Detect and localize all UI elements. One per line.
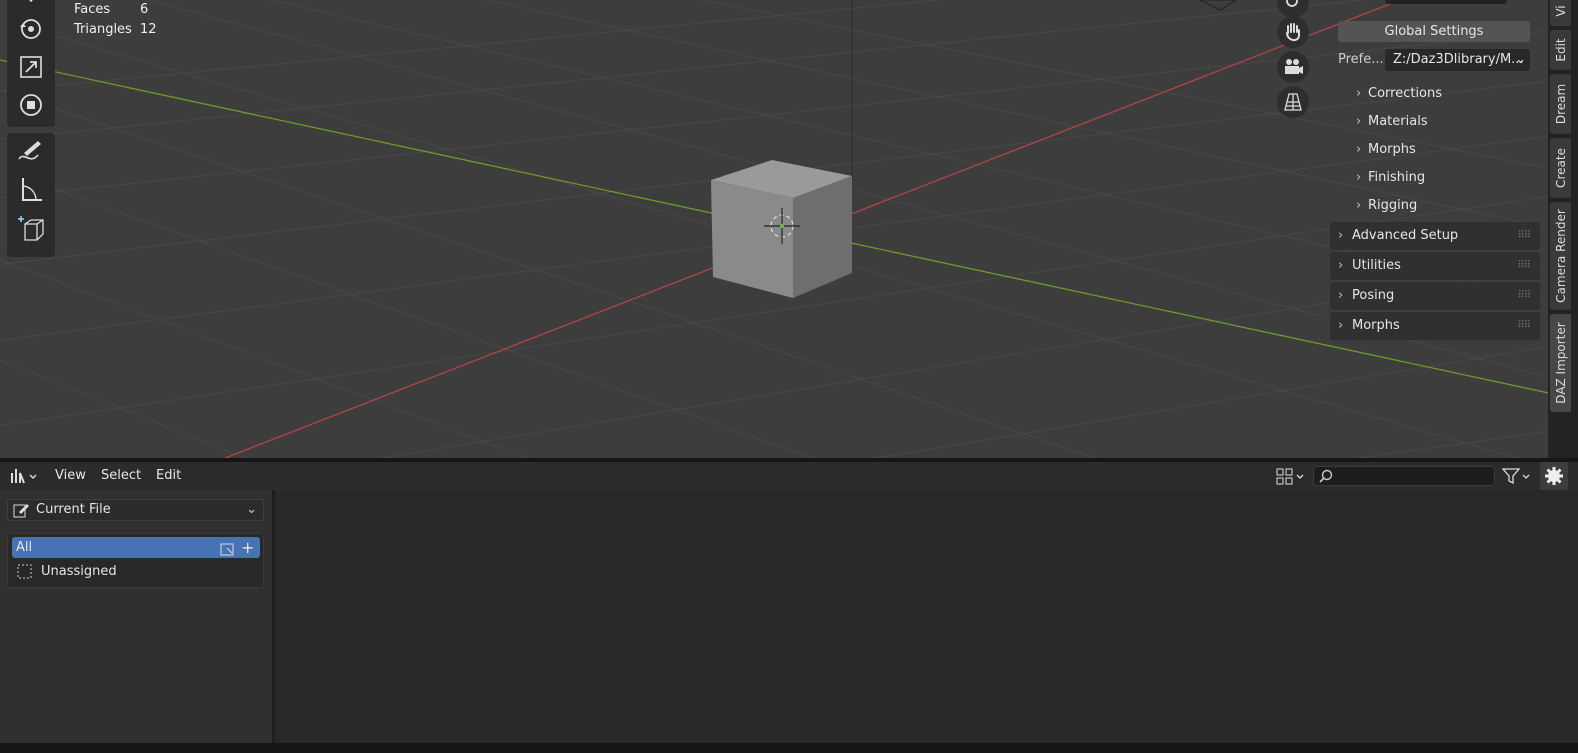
daz-importer-sidebar: Global Settings Prefe... Z:/Daz3Dlibrary… bbox=[1330, 0, 1548, 340]
tab-create[interactable]: Create bbox=[1550, 138, 1571, 198]
scale-icon[interactable] bbox=[7, 48, 55, 86]
viewport-grid bbox=[0, 0, 1558, 458]
stat-label: Triangles bbox=[74, 22, 132, 37]
preferences-path-value: Z:/Daz3Dlibrary/M... bbox=[1393, 52, 1524, 67]
tab-label: DAZ Importer bbox=[1553, 322, 1568, 404]
display-mode-icon[interactable] bbox=[1276, 467, 1306, 489]
panel-advanced-setup[interactable]: › Advanced Setup ⠿⠿ bbox=[1330, 222, 1540, 250]
catalog-label: All bbox=[16, 540, 33, 555]
drag-handle-icon[interactable]: ⠿⠿ bbox=[1517, 252, 1531, 280]
subpanel-materials[interactable]: › Materials bbox=[1356, 112, 1428, 132]
sidebar-top-field[interactable] bbox=[1385, 0, 1507, 4]
status-bar bbox=[0, 743, 1578, 753]
rotate-icon[interactable] bbox=[7, 10, 55, 48]
tab-label: Create bbox=[1553, 148, 1568, 188]
scene-statistics: Faces 6 Triangles 12 bbox=[74, 0, 157, 40]
sidebar-tabs: Vi Edit Dream Create Camera Render DAZ I… bbox=[1548, 0, 1578, 458]
catalog-label: Unassigned bbox=[41, 564, 117, 579]
add-icon[interactable]: + bbox=[241, 537, 254, 558]
menu-select[interactable]: Select bbox=[101, 462, 141, 490]
chevron-right-icon: › bbox=[1338, 288, 1344, 303]
subpanel-rigging[interactable]: › Rigging bbox=[1356, 196, 1417, 216]
edit-file-icon bbox=[13, 504, 29, 518]
move-icon[interactable] bbox=[7, 0, 55, 10]
filter-icon[interactable] bbox=[1501, 467, 1532, 489]
menu-view[interactable]: View bbox=[55, 462, 86, 490]
chevron-down-icon: ⌄ bbox=[246, 502, 257, 517]
camera-icon[interactable] bbox=[1277, 51, 1309, 83]
panel-label: Advanced Setup bbox=[1352, 228, 1459, 243]
chevron-right-icon: › bbox=[1356, 170, 1362, 185]
subpanel-label: Morphs bbox=[1368, 142, 1416, 157]
transform-toolbar bbox=[7, 0, 55, 127]
global-settings-button[interactable]: Global Settings bbox=[1338, 21, 1530, 42]
unassigned-icon bbox=[17, 564, 32, 579]
annotate-toolbar bbox=[7, 133, 55, 257]
subpanel-label: Corrections bbox=[1368, 86, 1443, 101]
stat-value: 12 bbox=[140, 22, 157, 37]
chevron-down-icon: ⌄ bbox=[1515, 52, 1526, 67]
transform-icon[interactable] bbox=[7, 86, 55, 124]
perspective-grid-icon[interactable] bbox=[1277, 86, 1309, 118]
catalog-row-all[interactable]: All + bbox=[12, 537, 260, 558]
subpanel-corrections[interactable]: › Corrections bbox=[1356, 84, 1442, 104]
search-input[interactable] bbox=[1313, 466, 1495, 486]
chevron-right-icon: › bbox=[1338, 258, 1344, 273]
tab-edit[interactable]: Edit bbox=[1550, 30, 1571, 70]
tab-label: Vi bbox=[1553, 5, 1568, 17]
subpanel-label: Rigging bbox=[1368, 198, 1418, 213]
drag-handle-icon[interactable]: ⠿⠿ bbox=[1517, 312, 1531, 340]
catalog-row-unassigned[interactable]: Unassigned bbox=[12, 561, 260, 582]
tab-camera-render[interactable]: Camera Render bbox=[1550, 202, 1571, 310]
stat-label: Faces bbox=[74, 2, 111, 17]
search-icon bbox=[1319, 469, 1333, 483]
panel-label: Utilities bbox=[1352, 258, 1401, 273]
drag-handle-icon[interactable]: ⠿⠿ bbox=[1517, 282, 1531, 310]
subpanel-finishing[interactable]: › Finishing bbox=[1356, 168, 1425, 188]
tab-label: Edit bbox=[1553, 38, 1568, 62]
subpanel-morphs[interactable]: › Morphs bbox=[1356, 140, 1416, 160]
drag-handle-icon[interactable]: ⠿⠿ bbox=[1517, 222, 1531, 250]
menu-edit[interactable]: Edit bbox=[156, 462, 181, 490]
chevron-right-icon: › bbox=[1356, 114, 1362, 129]
catalog-list: All + Unassigned bbox=[7, 533, 264, 588]
chevron-right-icon: › bbox=[1356, 198, 1362, 213]
library-select-value: Current File bbox=[36, 502, 111, 517]
preferences-label: Prefe... bbox=[1338, 52, 1384, 67]
tab-view[interactable]: Vi bbox=[1550, 0, 1571, 26]
tab-label: Camera Render bbox=[1553, 209, 1568, 303]
tab-label: Dream bbox=[1553, 83, 1568, 125]
hand-pan-icon[interactable] bbox=[1277, 16, 1309, 48]
library-select[interactable]: Current File ⌄ bbox=[7, 499, 264, 521]
panel-posing[interactable]: › Posing ⠿⠿ bbox=[1330, 282, 1540, 310]
subpanel-label: Materials bbox=[1368, 114, 1428, 129]
editor-type-icon[interactable] bbox=[10, 467, 40, 489]
preferences-path-dropdown[interactable]: Z:/Daz3Dlibrary/M... ⌄ bbox=[1385, 49, 1530, 71]
stat-value: 6 bbox=[140, 2, 149, 17]
annotate-icon[interactable] bbox=[7, 133, 55, 171]
panel-utilities[interactable]: › Utilities ⠿⠿ bbox=[1330, 252, 1540, 280]
panel-label: Morphs bbox=[1352, 318, 1400, 333]
chevron-right-icon: › bbox=[1356, 86, 1362, 101]
tab-daz-importer[interactable]: DAZ Importer bbox=[1550, 314, 1571, 412]
chevron-right-icon: › bbox=[1356, 142, 1362, 157]
tab-dream[interactable]: Dream bbox=[1550, 74, 1571, 134]
measure-icon[interactable] bbox=[7, 171, 55, 209]
panel-morphs[interactable]: › Morphs ⠿⠿ bbox=[1330, 312, 1540, 340]
chevron-right-icon: › bbox=[1338, 228, 1344, 243]
chevron-right-icon: › bbox=[1338, 318, 1344, 333]
asset-browser-area[interactable] bbox=[275, 490, 1578, 743]
subpanel-label: Finishing bbox=[1368, 170, 1426, 185]
3d-viewport[interactable]: Faces 6 Triangles 12 Global Settings Pre… bbox=[0, 0, 1558, 458]
panel-label: Posing bbox=[1352, 288, 1395, 303]
editor-header: View Select Edit bbox=[0, 462, 1578, 490]
gear-icon[interactable] bbox=[1540, 462, 1568, 490]
new-catalog-icon bbox=[220, 543, 234, 556]
add-cube-icon[interactable] bbox=[7, 209, 55, 247]
asset-catalog-pane: Current File ⌄ All + Unassigned bbox=[0, 490, 272, 743]
